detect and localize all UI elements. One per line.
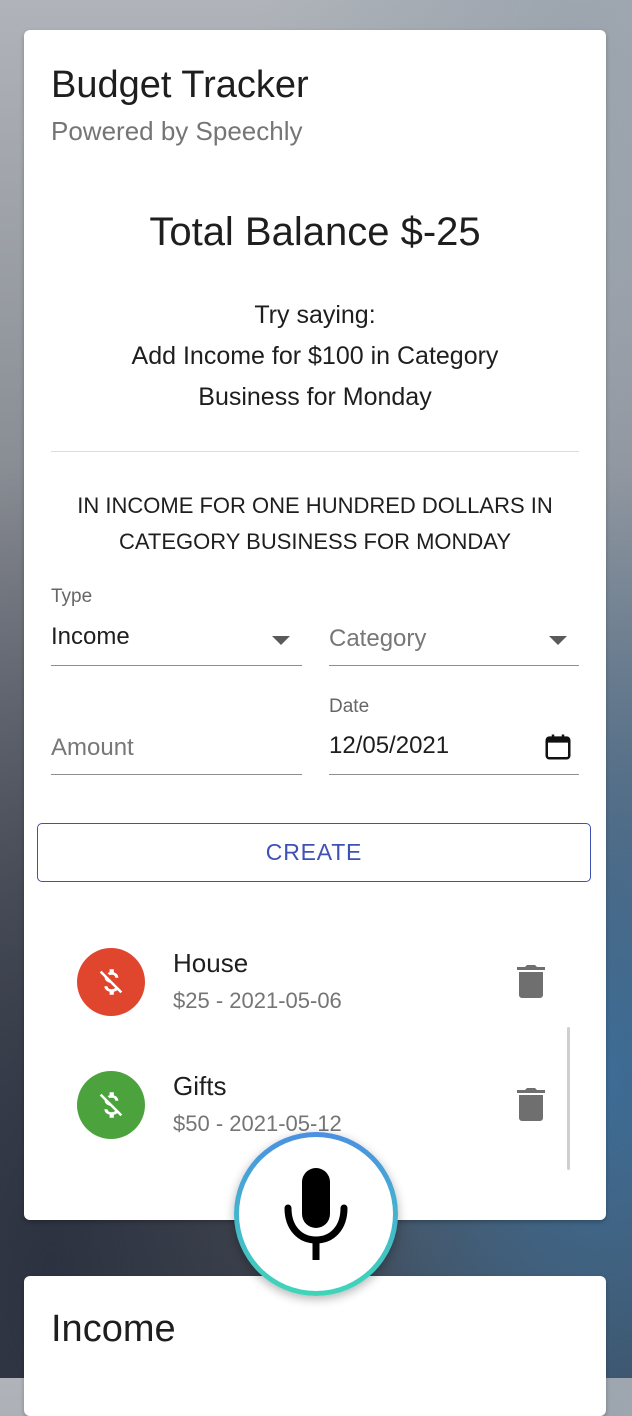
amount-placeholder: Amount <box>51 734 134 761</box>
avatar <box>77 948 145 1016</box>
type-value: Income <box>51 623 130 650</box>
income-card: Income <box>24 1276 606 1416</box>
money-off-icon <box>99 969 123 995</box>
transaction-title: Gifts <box>173 1071 227 1101</box>
microphone-button-face[interactable] <box>239 1137 393 1291</box>
divider <box>51 451 579 452</box>
category-underline <box>329 665 579 666</box>
caret-down-icon <box>272 636 290 645</box>
hint-line-1: Try saying: <box>254 301 376 329</box>
date-label: Date <box>329 696 370 717</box>
type-underline <box>51 665 302 666</box>
microphone-button[interactable] <box>234 1132 398 1296</box>
transaction-details: $25 - 2021-05-06 <box>173 988 342 1013</box>
income-card-title: Income <box>51 1308 176 1350</box>
avatar <box>77 1071 145 1139</box>
caret-down-icon <box>549 636 567 645</box>
trash-icon[interactable] <box>517 964 545 998</box>
app-title: Budget Tracker <box>51 64 309 106</box>
type-label: Type <box>51 586 93 607</box>
amount-underline <box>51 774 302 775</box>
calendar-icon[interactable] <box>543 732 573 762</box>
trash-icon[interactable] <box>517 1087 545 1121</box>
total-balance: Total Balance $-25 <box>149 210 481 254</box>
date-value: 12/05/2021 <box>329 732 450 759</box>
transcript-line-2: CATEGORY BUSINESS FOR MONDAY <box>119 529 511 554</box>
hint-line-3: Business for Monday <box>198 383 432 411</box>
category-placeholder: Category <box>329 625 427 652</box>
create-button[interactable]: CREATE <box>37 823 591 882</box>
microphone-icon <box>284 1168 348 1260</box>
budget-tracker-card: Budget Tracker Powered by Speechly Total… <box>24 30 606 1220</box>
money-off-icon <box>99 1092 123 1118</box>
transaction-title: House <box>173 948 249 978</box>
app-subtitle: Powered by Speechly <box>51 116 303 146</box>
list-item[interactable]: House $25 - 2021-05-06 <box>24 930 606 1030</box>
hint-line-2: Add Income for $100 in Category <box>131 342 499 370</box>
list-scrollbar[interactable] <box>567 1027 570 1170</box>
speech-transcript: IN INCOME FOR ONE HUNDRED DOLLARS IN CAT… <box>44 488 586 560</box>
date-underline <box>329 774 579 775</box>
transcript-line-1: IN INCOME FOR ONE HUNDRED DOLLARS IN <box>77 493 553 518</box>
